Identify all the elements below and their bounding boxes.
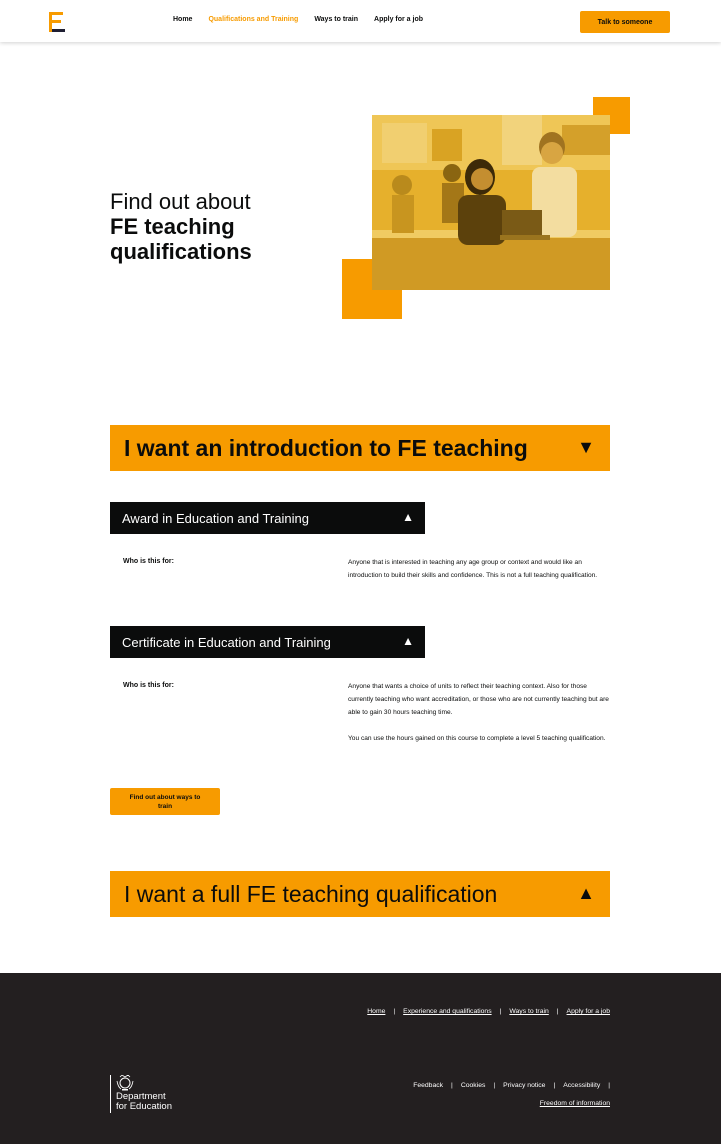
- nav-home[interactable]: Home: [173, 16, 192, 23]
- dfe-logo[interactable]: Department for Education: [110, 1075, 172, 1113]
- page-title-bold-1: FE teaching: [110, 214, 235, 239]
- page-title: Find out about FE teaching qualification…: [110, 189, 330, 264]
- talk-to-someone-button[interactable]: Talk to someone: [580, 11, 670, 33]
- certificate-description-text-2: You can use the hours gained on this cou…: [348, 735, 606, 742]
- page-title-light: Find out about: [110, 189, 251, 214]
- certificate-who-label: Who is this for:: [123, 682, 174, 689]
- nav-qualifications[interactable]: Qualifications and Training: [208, 16, 298, 23]
- footer-link-feedback[interactable]: Feedback: [413, 1082, 443, 1089]
- award-who-label: Who is this for:: [123, 558, 174, 565]
- footer-separator: |: [556, 1008, 559, 1015]
- footer-link-accessibility[interactable]: Accessibility: [563, 1082, 600, 1089]
- site-header: Home Qualifications and Training Ways to…: [0, 0, 721, 42]
- dfe-logo-text: Department for Education: [116, 1092, 172, 1112]
- accordion-full-qualification-label: I want a full FE teaching qualification: [124, 880, 498, 907]
- footer-link-foi[interactable]: Freedom of information: [540, 1100, 610, 1107]
- site-logo[interactable]: [49, 12, 65, 32]
- footer-link-home[interactable]: Home: [367, 1008, 385, 1015]
- find-out-ways-to-train-button[interactable]: Find out about ways to train: [110, 788, 220, 815]
- footer-link-ways-to-train[interactable]: Ways to train: [509, 1008, 548, 1015]
- footer-separator: |: [553, 1082, 556, 1089]
- accordion-certificate-header[interactable]: Certificate in Education and Training ▲: [110, 626, 425, 658]
- site-footer: Home | Experience and qualifications | W…: [0, 973, 721, 1144]
- hero-image: [372, 115, 610, 290]
- certificate-description: Anyone that wants a choice of units to r…: [348, 680, 610, 745]
- accordion-introduction-label: I want an introduction to FE teaching: [124, 434, 528, 461]
- accordion-certificate-label: Certificate in Education and Training: [122, 634, 331, 650]
- award-description: Anyone that is interested in teaching an…: [348, 556, 610, 582]
- certificate-description-text-1: Anyone that wants a choice of units to r…: [348, 683, 609, 716]
- chevron-up-icon: ▲: [402, 634, 414, 648]
- footer-nav: Home | Experience and qualifications | W…: [367, 1008, 610, 1015]
- footer-separator: |: [499, 1008, 502, 1015]
- footer-legal-nav: Feedback | Cookies | Privacy notice | Ac…: [413, 1082, 610, 1089]
- chevron-up-icon: ▲: [577, 883, 595, 903]
- nav-ways-to-train[interactable]: Ways to train: [314, 16, 358, 23]
- chevron-down-icon: ▼: [577, 437, 595, 457]
- footer-separator: |: [608, 1082, 610, 1089]
- chevron-up-icon: ▲: [402, 510, 414, 524]
- footer-link-privacy[interactable]: Privacy notice: [503, 1082, 545, 1089]
- main-nav: Home Qualifications and Training Ways to…: [173, 16, 423, 23]
- dfe-line-2: for Education: [116, 1101, 172, 1112]
- footer-separator: |: [451, 1082, 453, 1089]
- footer-link-apply[interactable]: Apply for a job: [567, 1008, 610, 1015]
- footer-separator: |: [393, 1008, 396, 1015]
- page-title-bold-2: qualifications: [110, 239, 252, 264]
- royal-crest-icon: [116, 1075, 134, 1091]
- accordion-award-label: Award in Education and Training: [122, 510, 309, 526]
- award-description-text: Anyone that is interested in teaching an…: [348, 559, 598, 579]
- accordion-introduction-header[interactable]: I want an introduction to FE teaching ▼: [110, 425, 610, 471]
- footer-link-experience[interactable]: Experience and qualifications: [403, 1008, 491, 1015]
- footer-link-cookies[interactable]: Cookies: [461, 1082, 486, 1089]
- footer-separator: |: [493, 1082, 496, 1089]
- dfe-logo-rule: [110, 1075, 111, 1113]
- accordion-full-qualification-header[interactable]: I want a full FE teaching qualification …: [110, 871, 610, 917]
- nav-apply[interactable]: Apply for a job: [374, 16, 423, 23]
- accordion-award-header[interactable]: Award in Education and Training ▲: [110, 502, 425, 534]
- page: Home Qualifications and Training Ways to…: [0, 0, 721, 1144]
